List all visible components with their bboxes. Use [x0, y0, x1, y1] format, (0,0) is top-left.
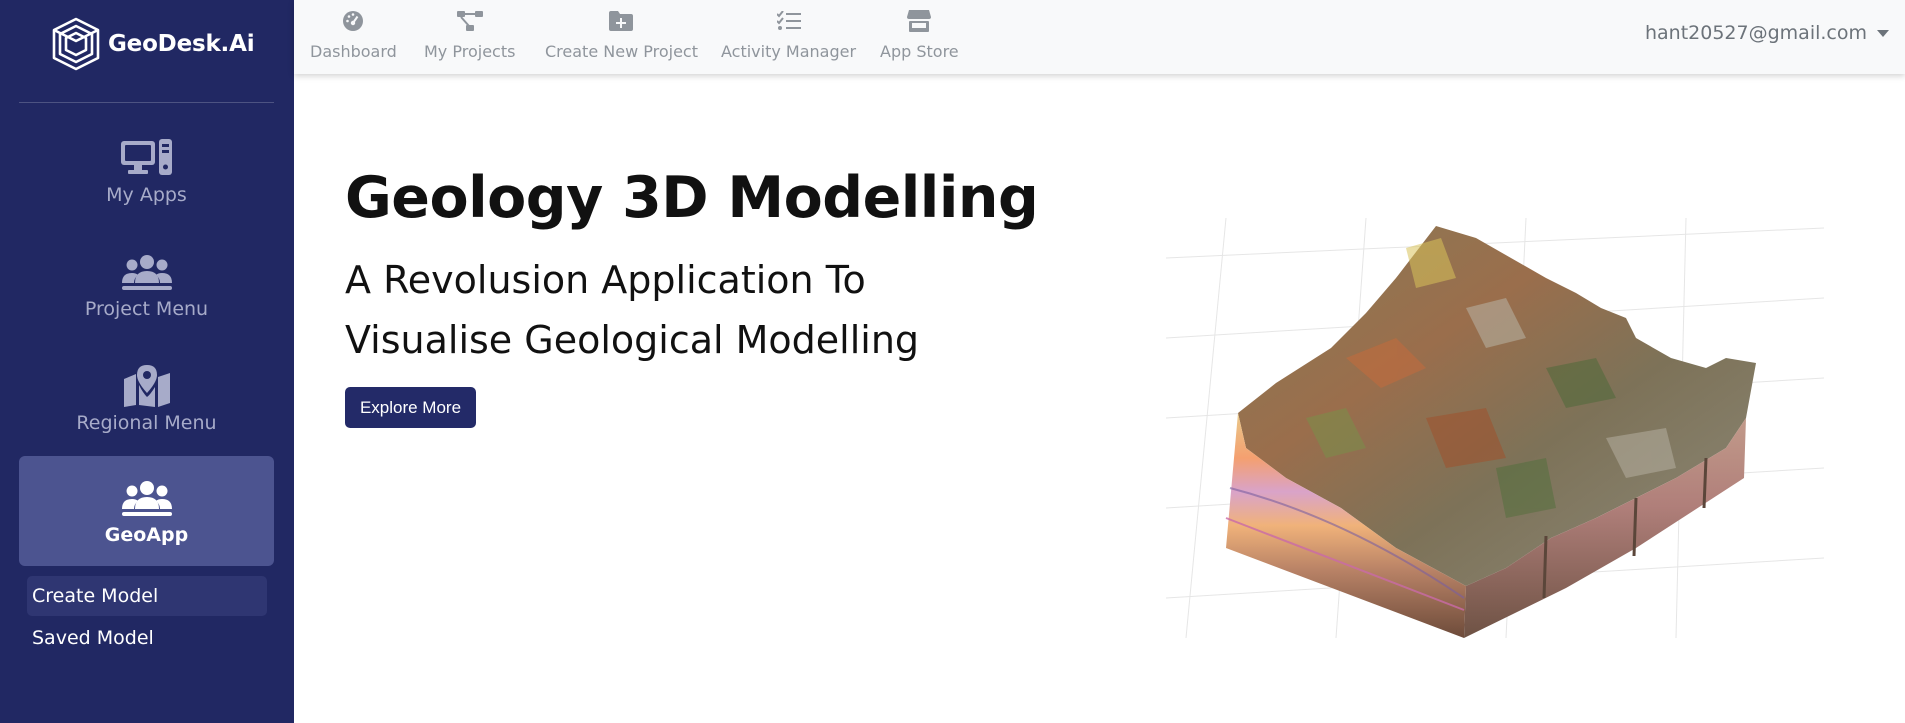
- subitem-create-model[interactable]: Create Model: [27, 576, 267, 616]
- topnav-label: Dashboard: [310, 42, 397, 61]
- sidebar-item-label: My Apps: [106, 184, 187, 206]
- geology-3d-model-image: [1166, 218, 1824, 638]
- subtitle-line-1: A Revolusion Application To: [345, 258, 866, 302]
- topnav-my-projects[interactable]: My Projects: [424, 8, 515, 61]
- page-subtitle: A Revolusion Application To Visualise Ge…: [345, 250, 985, 370]
- store-icon: [907, 8, 932, 34]
- tasks-icon: [776, 8, 801, 34]
- brand-name: GeoDesk.Ai: [108, 31, 255, 57]
- sidebar: GeoDesk.Ai My Apps Project Menu Regional…: [0, 0, 294, 723]
- sidebar-item-regional-menu[interactable]: Regional Menu: [19, 344, 274, 454]
- subitem-saved-model[interactable]: Saved Model: [27, 618, 267, 658]
- desktop-icon: [119, 136, 175, 180]
- sidebar-item-label: Project Menu: [84, 298, 209, 320]
- topnav-label: App Store: [880, 42, 959, 61]
- brand-logo-icon: [52, 17, 100, 71]
- topnav-app-store[interactable]: App Store: [880, 8, 959, 61]
- users-icon: [119, 250, 175, 294]
- brand-logo[interactable]: GeoDesk.Ai: [50, 16, 255, 72]
- topnav-label: My Projects: [424, 42, 516, 61]
- topnav-activity-manager[interactable]: Activity Manager: [721, 8, 856, 61]
- map-marker-icon: [119, 364, 175, 408]
- topnav-label: Activity Manager: [721, 42, 857, 61]
- sidebar-item-geoapp[interactable]: GeoApp: [19, 456, 274, 566]
- topnav-dashboard[interactable]: Dashboard: [310, 8, 397, 61]
- subtitle-line-2: Visualise Geological Modelling: [345, 318, 920, 362]
- topnav-create-new-project[interactable]: Create New Project: [545, 8, 698, 61]
- sidebar-item-label: Regional Menu: [76, 412, 217, 434]
- page-title: Geology 3D Modelling: [345, 165, 1039, 231]
- users-icon: [119, 476, 175, 520]
- sidebar-item-label: GeoApp: [104, 524, 189, 546]
- project-diagram-icon: [456, 8, 483, 34]
- user-menu-dropdown[interactable]: hant20527@gmail.com: [1645, 22, 1889, 44]
- top-navbar: Dashboard My Projects Create New Project: [294, 0, 1905, 74]
- sidebar-divider: [19, 102, 274, 103]
- caret-down-icon: [1877, 29, 1889, 37]
- topnav-label: Create New Project: [545, 42, 698, 61]
- sidebar-item-my-apps[interactable]: My Apps: [19, 116, 274, 226]
- user-email: hant20527@gmail.com: [1644, 22, 1867, 44]
- folder-plus-icon: [609, 8, 634, 34]
- sidebar-item-project-menu[interactable]: Project Menu: [19, 230, 274, 340]
- explore-more-button[interactable]: Explore More: [345, 387, 476, 428]
- gauge-icon: [342, 8, 364, 34]
